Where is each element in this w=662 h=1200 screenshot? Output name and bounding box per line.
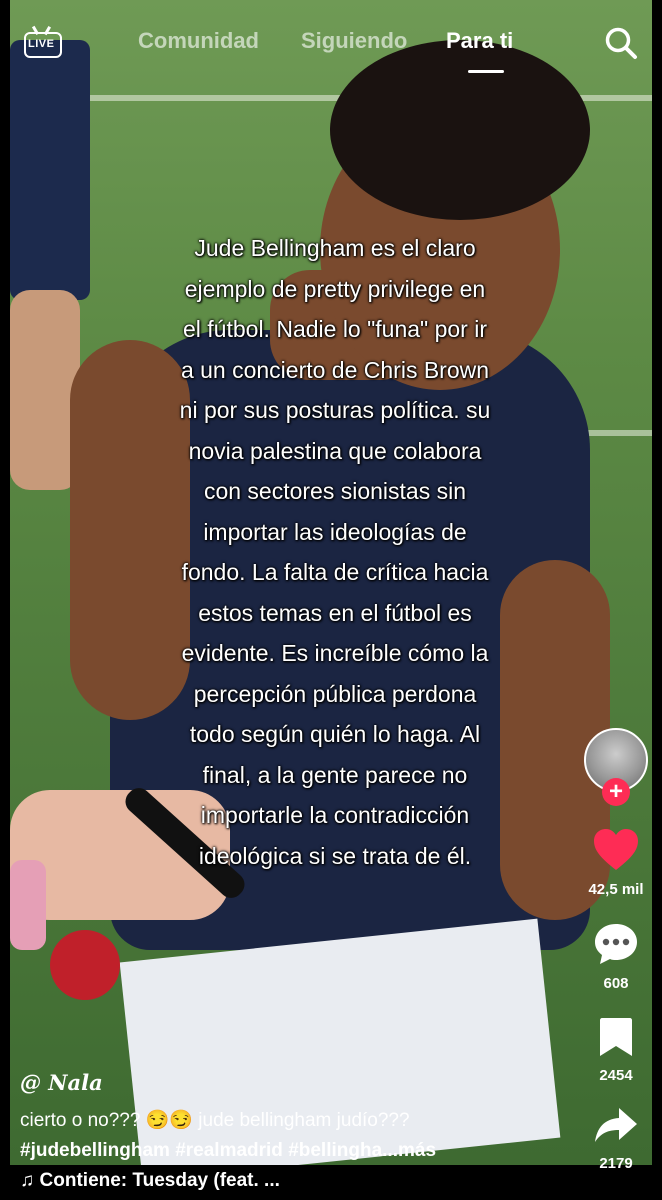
overlay-line: todo según quién lo haga. Al xyxy=(189,721,481,747)
tab-siguiendo[interactable]: Siguiendo xyxy=(301,28,407,54)
share-arrow-icon xyxy=(595,1108,637,1142)
overlay-line: novia palestina que colabora xyxy=(188,437,482,464)
live-label: LIVE xyxy=(28,38,55,50)
heart-icon xyxy=(594,829,638,870)
follow-button[interactable]: + xyxy=(602,778,630,806)
like-button[interactable]: 42,5 mil xyxy=(580,828,652,898)
save-count: 2454 xyxy=(599,1067,633,1084)
bottle xyxy=(50,930,120,1000)
overlay-line: estos temas en el fútbol es xyxy=(198,599,472,626)
overlay-line: importarle la contradicción xyxy=(200,802,470,828)
comment-icon xyxy=(595,924,637,964)
more-button[interactable]: más xyxy=(398,1140,436,1161)
overlay-line: a un concierto de Chris Brown xyxy=(180,356,490,383)
comment-button[interactable]: 608 xyxy=(580,922,652,992)
overlay-line: con sectores sionistas sin xyxy=(203,478,467,504)
comment-count: 608 xyxy=(603,975,629,992)
overlay-line: ejemplo de pretty privilege en xyxy=(184,275,486,302)
post-hashtags[interactable]: #judebellingham #realmadrid #bellingha..… xyxy=(20,1137,580,1165)
hashtags-text[interactable]: #judebellingham #realmadrid #bellingha..… xyxy=(20,1140,398,1161)
creator-username[interactable]: @ Nala xyxy=(20,1070,103,1095)
share-button[interactable]: 2179 xyxy=(580,1106,652,1172)
overlay-line: ideológica si se trata de él. xyxy=(198,842,472,869)
tiktok-feed-screen: LIVE Comunidad Siguiendo Para ti Jude Be… xyxy=(0,0,662,1200)
tab-para-ti[interactable]: Para ti xyxy=(446,28,513,54)
overlay-line: final, a la gente parece no xyxy=(202,761,468,788)
tab-comunidad[interactable]: Comunidad xyxy=(138,28,259,54)
overlay-line: fondo. La falta de crítica hacia xyxy=(181,559,489,585)
bookmark-icon xyxy=(600,1018,632,1056)
overlay-line: ni por sus posturas política. su xyxy=(179,397,491,423)
share-count: 2179 xyxy=(599,1155,633,1172)
overlay-line: percepción pública perdona xyxy=(193,680,477,707)
pink-object xyxy=(10,860,46,950)
music-info[interactable]: ♫ Contiene: Tuesday (feat. ... xyxy=(20,1170,280,1192)
post-description[interactable]: cierto o no??? 😏😏 jude bellingham judío?… xyxy=(20,1107,580,1135)
top-navigation: LIVE Comunidad Siguiendo Para ti xyxy=(10,0,652,90)
overlay-line: Jude Bellingham es el claro xyxy=(194,235,476,261)
like-count: 42,5 mil xyxy=(588,881,644,898)
video-text-overlay: Jude Bellingham es el claro ejemplo de p… xyxy=(150,228,520,876)
save-button[interactable]: 2454 xyxy=(580,1016,652,1084)
overlay-line: el fútbol. Nadie lo "funa" por ir xyxy=(183,316,487,342)
active-tab-indicator xyxy=(468,70,504,73)
overlay-line: importar las ideologías de xyxy=(203,518,467,545)
overlay-line: evidente. Es increíble cómo la xyxy=(181,640,489,666)
search-icon[interactable] xyxy=(604,26,638,60)
live-icon[interactable]: LIVE xyxy=(24,25,64,58)
